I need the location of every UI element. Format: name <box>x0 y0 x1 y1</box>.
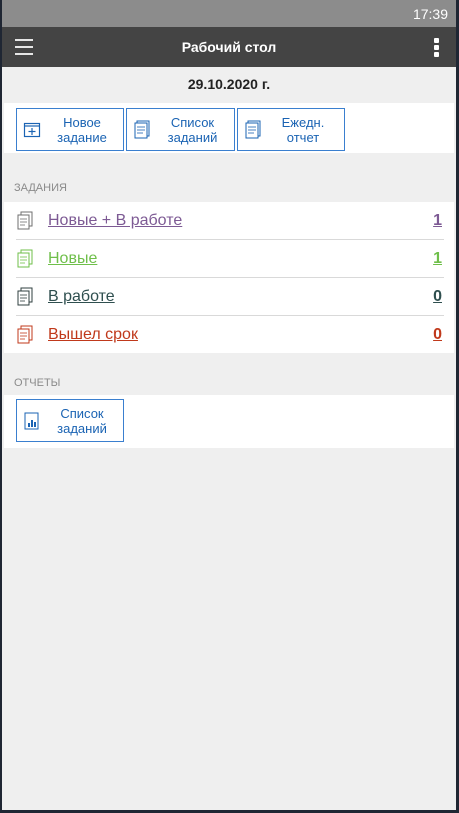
task-count: 0 <box>433 325 442 343</box>
report-task-list-button[interactable]: Список заданий <box>16 399 124 442</box>
new-task-button[interactable]: Новое задание <box>16 108 124 151</box>
app-window: 17:39 Рабочий стол 29.10.2020 г. Новое з… <box>2 0 456 810</box>
reports-section-header: ОТЧЕТЫ <box>14 377 61 389</box>
page-title: Рабочий стол <box>181 39 277 55</box>
task-list-label: Список заданий <box>167 114 218 145</box>
new-task-label: Новое задание <box>57 114 107 145</box>
task-row-in-progress[interactable]: В работе 0 <box>16 278 444 316</box>
new-task-icon <box>23 122 41 137</box>
task-row-new-and-in-progress[interactable]: Новые + В работе 1 <box>16 202 444 240</box>
document-icon <box>17 211 33 229</box>
tasks-list: Новые + В работе 1 Новые 1 В работе 0 Вы… <box>4 202 454 353</box>
quick-actions-panel: Новое задание Список заданий Ежедн. отче… <box>4 103 454 153</box>
report-chart-icon <box>24 412 39 429</box>
daily-report-button[interactable]: Ежедн. отчет <box>237 108 345 151</box>
status-time: 17:39 <box>412 5 448 22</box>
daily-report-label: Ежедн. отчет <box>281 114 325 145</box>
task-label: Новые <box>48 249 98 267</box>
daily-report-icon <box>245 120 261 138</box>
status-bar: 17:39 <box>2 0 456 27</box>
task-row-overdue[interactable]: Вышел срок 0 <box>16 316 444 353</box>
task-row-new[interactable]: Новые 1 <box>16 240 444 278</box>
current-date: 29.10.2020 г. <box>187 76 271 92</box>
document-icon <box>17 249 33 267</box>
document-icon <box>17 325 33 343</box>
task-label: Вышел срок <box>48 325 138 343</box>
task-count: 1 <box>433 211 442 229</box>
task-count: 1 <box>433 249 442 267</box>
task-list-icon <box>134 120 150 138</box>
reports-panel: Список заданий <box>4 395 454 448</box>
task-label: В работе <box>48 287 115 305</box>
app-bar: Рабочий стол <box>2 27 456 67</box>
task-label: Новые + В работе <box>48 211 183 229</box>
more-options-icon[interactable] <box>434 38 440 58</box>
task-count: 0 <box>433 287 442 305</box>
tasks-section-header: ЗАДАНИЯ <box>14 182 67 194</box>
task-list-button[interactable]: Список заданий <box>126 108 235 151</box>
report-task-list-label: Список заданий <box>57 405 107 436</box>
document-icon <box>17 287 33 305</box>
hamburger-menu-icon[interactable] <box>15 39 33 55</box>
